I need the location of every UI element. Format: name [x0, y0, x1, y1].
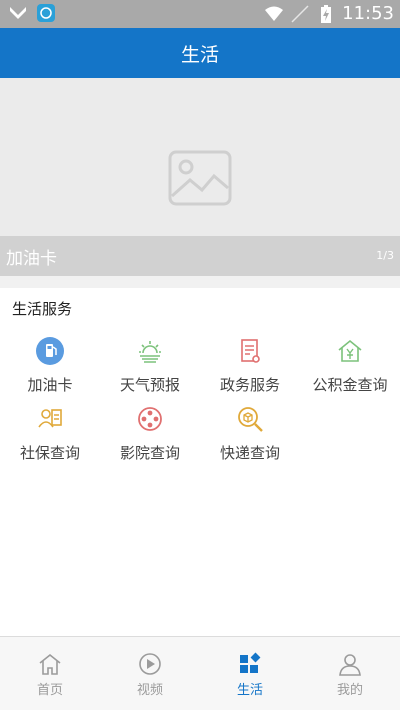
service-label: 社保查询: [19, 444, 80, 462]
page-title: 生活: [180, 43, 219, 66]
banner-carousel[interactable]: 加油卡 1/3: [0, 78, 400, 276]
image-placeholder-icon: [168, 150, 232, 206]
bottom-navigation: 首页 视频 生活 我的: [0, 636, 400, 710]
cinema-icon: [138, 407, 162, 431]
video-icon: [139, 653, 161, 675]
nav-profile[interactable]: 我的: [300, 651, 400, 698]
section-divider: [0, 276, 400, 288]
service-weather[interactable]: 天气预报: [100, 336, 200, 395]
service-express[interactable]: 快递查询: [200, 404, 300, 463]
nav-home[interactable]: 首页: [0, 651, 100, 698]
housing-fund-icon: [338, 339, 362, 362]
profile-icon: [339, 654, 361, 676]
app-bar: 生活: [0, 28, 400, 78]
service-housing-fund[interactable]: 公积金查询: [300, 336, 400, 395]
service-label: 影院查询: [119, 444, 180, 462]
service-label: 天气预报: [119, 376, 180, 394]
services-title: 生活服务: [12, 300, 73, 318]
banner-caption: 加油卡: [6, 249, 57, 269]
service-fuel-card[interactable]: 加油卡: [0, 336, 100, 395]
no-signal-icon: [291, 5, 309, 23]
document-icon: [241, 339, 260, 363]
banner-counter: 1/3: [376, 249, 394, 262]
social-security-icon: [38, 409, 62, 428]
service-cinema[interactable]: 影院查询: [100, 404, 200, 463]
wifi-icon: [265, 6, 284, 21]
nav-label: 首页: [36, 683, 63, 698]
banner-caption-bar: 加油卡 1/3: [0, 236, 400, 276]
nav-label: 视频: [136, 683, 163, 698]
service-label: 公积金查询: [312, 376, 388, 394]
nav-label: 我的: [336, 683, 363, 698]
nav-life[interactable]: 生活: [200, 651, 300, 698]
service-government[interactable]: 政务服务: [200, 336, 300, 395]
battery-charging-icon: [321, 5, 332, 23]
service-label: 加油卡: [27, 376, 73, 394]
app-icon: [37, 4, 55, 22]
service-social-security[interactable]: 社保查询: [0, 404, 100, 463]
express-icon: [238, 407, 263, 432]
status-bar: 11:53: [0, 0, 400, 28]
home-icon: [39, 653, 61, 675]
status-left: [8, 3, 56, 23]
fuel-icon: [36, 337, 64, 365]
service-label: 快递查询: [219, 444, 280, 462]
status-right: 11:53: [264, 2, 394, 26]
clock: 11:53: [342, 3, 394, 24]
weather-icon: [139, 341, 161, 363]
nav-video[interactable]: 视频: [100, 651, 200, 698]
service-label: 政务服务: [219, 376, 280, 394]
life-icon: [240, 652, 261, 673]
notification-icon: [10, 7, 26, 19]
nav-label: 生活: [236, 683, 263, 698]
